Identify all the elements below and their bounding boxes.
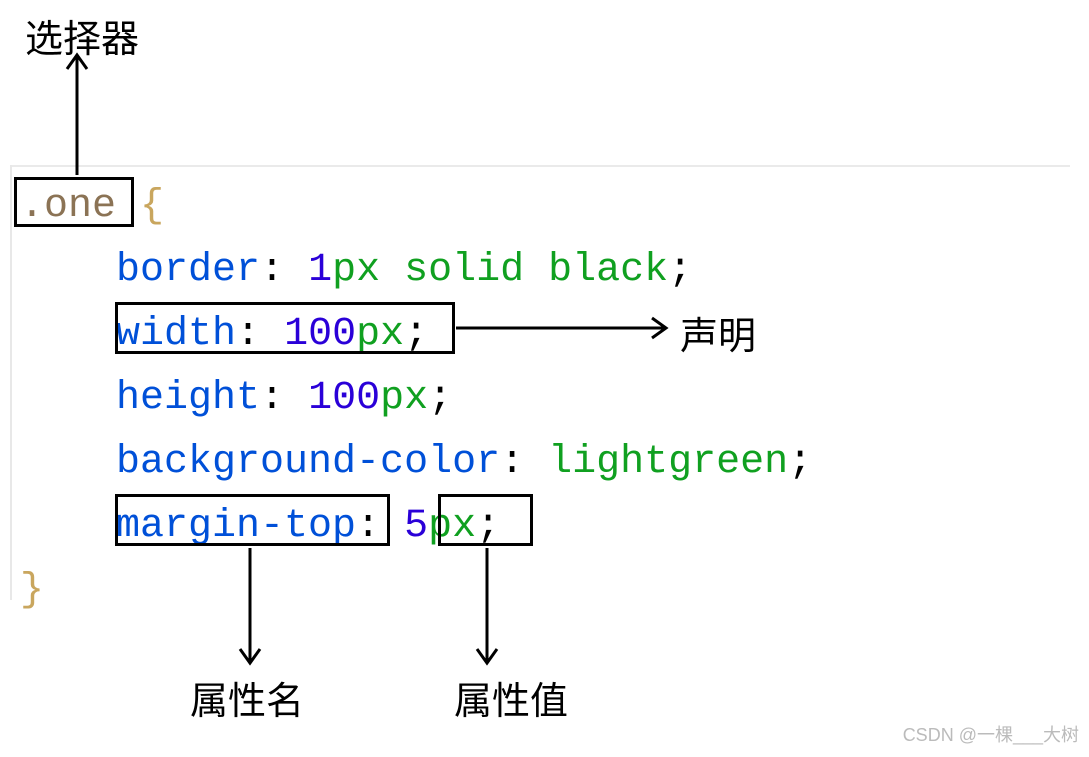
box-property-name (115, 494, 390, 546)
label-property-name: 属性名 (190, 670, 304, 725)
code-line-bgcolor: background-color: lightgreen; (20, 431, 812, 495)
watermark: CSDN @一棵___大树 (903, 721, 1079, 747)
label-selector: 选择器 (25, 8, 139, 63)
box-selector (14, 177, 134, 227)
box-property-value (438, 494, 533, 546)
arrow-right-icon (456, 326, 666, 330)
code-line-selector: .one { (20, 175, 812, 239)
editor-gutter-top (10, 165, 1070, 167)
arrow-up-icon (75, 55, 79, 175)
arrow-down-icon (248, 548, 252, 663)
close-brace: } (20, 568, 44, 613)
open-brace: { (140, 184, 164, 229)
label-property-value: 属性值 (454, 670, 568, 725)
box-declaration (115, 302, 455, 354)
editor-gutter-line (10, 165, 12, 600)
code-block: .one { border: 1px solid black; width: 1… (20, 175, 812, 623)
code-line-close: } (20, 559, 812, 623)
code-line-height: height: 100px; (20, 367, 812, 431)
code-line-border: border: 1px solid black; (20, 239, 812, 303)
arrow-down-icon-2 (485, 548, 489, 663)
